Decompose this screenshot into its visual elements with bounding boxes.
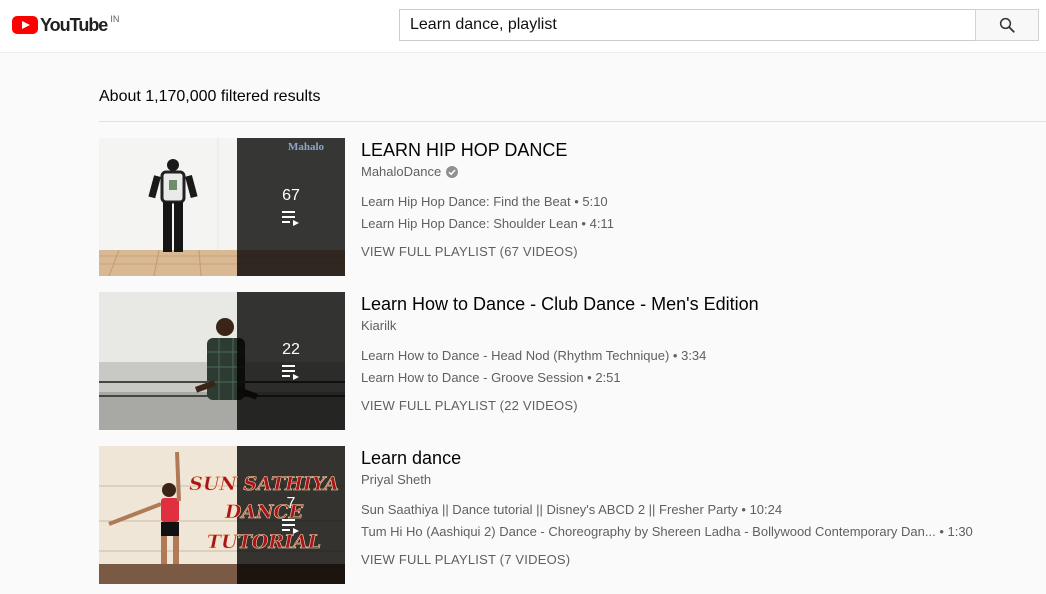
- playlist-icon: [282, 211, 299, 226]
- channel-name[interactable]: Priyal Sheth: [361, 472, 431, 487]
- playlist-thumbnail[interactable]: 7 "SUN SATHIYA" DANCE TUTORIAL: [99, 446, 345, 584]
- masthead: YouTube IN: [0, 0, 1046, 53]
- video-title: Learn How to Dance - Head Nod (Rhythm Te…: [361, 348, 670, 363]
- youtube-logo[interactable]: YouTube IN: [12, 13, 119, 37]
- playlist-result: 67 Mahalo LEARN HIP HOP DANCE MahaloDanc…: [99, 138, 1039, 276]
- playlist-title[interactable]: Learn How to Dance - Club Dance - Men's …: [361, 294, 759, 315]
- playlist-thumbnail[interactable]: 22: [99, 292, 345, 430]
- video-title: Sun Saathiya || Dance tutorial || Disney…: [361, 502, 738, 517]
- results-count: About 1,170,000 filtered results: [99, 88, 321, 105]
- video-title: Learn Hip Hop Dance: Shoulder Lean: [361, 216, 578, 231]
- video-duration: 2:51: [595, 370, 621, 385]
- video-duration: 10:24: [749, 502, 783, 517]
- view-full-playlist-link[interactable]: VIEW FULL PLAYLIST (7 VIDEOS): [361, 552, 570, 567]
- playlist-title[interactable]: LEARN HIP HOP DANCE: [361, 140, 567, 161]
- playlist-result: 7 "SUN SATHIYA" DANCE TUTORIAL Learn dan…: [99, 446, 1039, 584]
- video-count: 67: [282, 187, 300, 204]
- video-count: 22: [282, 341, 300, 358]
- channel-label: Kiarilk: [361, 318, 397, 333]
- divider: [99, 121, 1046, 122]
- playlist-thumbnail[interactable]: 67 Mahalo: [99, 138, 345, 276]
- logo-text: YouTube: [40, 14, 108, 35]
- playlist-icon: [282, 365, 299, 380]
- playlist-video-item[interactable]: Learn How to Dance - Head Nod (Rhythm Te…: [361, 348, 706, 363]
- video-duration: 5:10: [582, 194, 608, 209]
- search-icon: [999, 17, 1015, 33]
- video-duration: 1:30: [947, 524, 973, 539]
- video-duration: 4:11: [589, 216, 614, 231]
- channel-label: MahaloDance: [361, 164, 442, 179]
- search-input[interactable]: [399, 9, 975, 41]
- playlist-video-item[interactable]: Learn Hip Hop Dance: Shoulder Lean • 4:1…: [361, 216, 614, 231]
- logo-country-code: IN: [110, 14, 120, 24]
- playlist-video-item[interactable]: Learn Hip Hop Dance: Find the Beat • 5:1…: [361, 194, 608, 209]
- video-title: Tum Hi Ho (Aashiqui 2) Dance - Choreogra…: [361, 524, 936, 539]
- playlist-video-item[interactable]: Tum Hi Ho (Aashiqui 2) Dance - Choreogra…: [361, 524, 973, 539]
- verified-icon: [446, 165, 459, 178]
- sun-sathiya-art-text: "SUN SATHIYA" DANCE TUTORIAL: [189, 473, 339, 554]
- svg-text:TUTORIAL: TUTORIAL: [207, 531, 321, 553]
- video-title: Learn How to Dance - Groove Session: [361, 370, 584, 385]
- video-duration: 3:34: [681, 348, 707, 363]
- channel-name[interactable]: MahaloDance: [361, 164, 459, 179]
- view-full-playlist-link[interactable]: VIEW FULL PLAYLIST (67 VIDEOS): [361, 244, 578, 259]
- svg-text:"SUN SATHIYA": "SUN SATHIYA": [189, 473, 339, 495]
- playlist-video-item[interactable]: Sun Saathiya || Dance tutorial || Disney…: [361, 502, 782, 517]
- search-button[interactable]: [975, 9, 1039, 41]
- playlist-video-item[interactable]: Learn How to Dance - Groove Session • 2:…: [361, 370, 621, 385]
- youtube-play-icon: [12, 16, 38, 34]
- svg-text:DANCE: DANCE: [224, 501, 304, 523]
- playlist-result: 22 Learn How to Dance - Club Dance - Men…: [99, 292, 1039, 430]
- search-bar: [399, 9, 1039, 41]
- playlist-overlay: 67: [237, 138, 345, 276]
- channel-name[interactable]: Kiarilk: [361, 318, 396, 333]
- channel-label: Priyal Sheth: [361, 472, 432, 487]
- view-full-playlist-link[interactable]: VIEW FULL PLAYLIST (22 VIDEOS): [361, 398, 578, 413]
- svg-text:Mahalo: Mahalo: [288, 141, 325, 153]
- playlist-overlay: 22: [237, 292, 345, 430]
- playlist-title[interactable]: Learn dance: [361, 448, 461, 469]
- mahalo-watermark: Mahalo: [288, 141, 325, 153]
- video-title: Learn Hip Hop Dance: Find the Beat: [361, 194, 571, 209]
